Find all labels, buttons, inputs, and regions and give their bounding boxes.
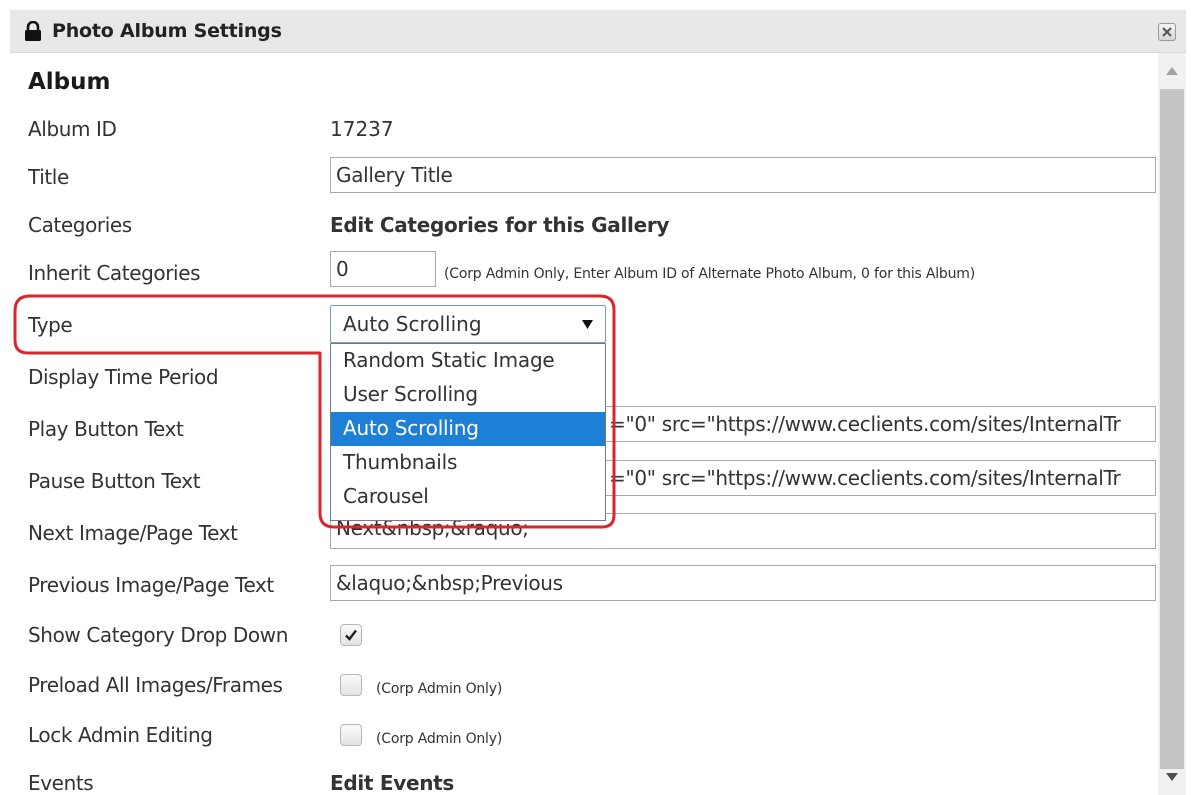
preload-all-checkbox[interactable]	[340, 674, 362, 696]
close-button[interactable]	[1158, 23, 1176, 41]
type-option-carousel[interactable]: Carousel	[331, 480, 605, 514]
play-button-text-label: Play Button Text	[28, 417, 184, 441]
lock-admin-editing-checkbox[interactable]	[340, 724, 362, 746]
type-label: Type	[28, 313, 73, 337]
lock-admin-editing-hint: (Corp Admin Only)	[376, 731, 503, 747]
lock-admin-editing-label: Lock Admin Editing	[28, 723, 213, 747]
scrollbar-thumb[interactable]	[1160, 89, 1184, 769]
preload-all-hint: (Corp Admin Only)	[376, 681, 503, 697]
categories-label: Categories	[28, 213, 132, 237]
edit-categories-link[interactable]: Edit Categories for this Gallery	[330, 213, 669, 237]
dialog-title: Photo Album Settings	[52, 20, 282, 42]
show-category-drop-down-label: Show Category Drop Down	[28, 623, 288, 647]
show-category-drop-down-checkbox[interactable]	[340, 624, 362, 646]
previous-text-input[interactable]: &laquo;&nbsp;Previous	[330, 565, 1156, 601]
section-title: Album	[28, 69, 111, 95]
chevron-down-icon	[582, 320, 593, 329]
checkmark-icon	[345, 629, 357, 641]
type-option-random-static-image[interactable]: Random Static Image	[331, 344, 605, 378]
type-select-value: Auto Scrolling	[343, 312, 482, 336]
inherit-categories-label: Inherit Categories	[28, 261, 201, 285]
vertical-scrollbar[interactable]	[1158, 53, 1186, 795]
title-label: Title	[28, 165, 69, 189]
close-icon	[1162, 27, 1172, 37]
next-text-label: Next Image/Page Text	[28, 521, 238, 545]
dialog-titlebar: Photo Album Settings	[10, 10, 1186, 53]
photo-album-settings-dialog: Photo Album Settings Album Album ID 1723…	[0, 0, 1191, 795]
scroll-down-icon[interactable]	[1166, 773, 1178, 781]
type-dropdown-list: Random Static Image User Scrolling Auto …	[330, 343, 606, 521]
events-label: Events	[28, 771, 94, 795]
type-select[interactable]: Auto Scrolling	[330, 305, 606, 343]
type-option-auto-scrolling[interactable]: Auto Scrolling	[331, 412, 605, 446]
preload-all-label: Preload All Images/Frames	[28, 673, 283, 697]
dialog-content: Album Album ID 17237 Title Gallery Title…	[10, 53, 1158, 795]
pause-button-text-label: Pause Button Text	[28, 469, 201, 493]
album-id-value: 17237	[330, 117, 394, 141]
display-time-period-label: Display Time Period	[28, 365, 219, 389]
type-option-thumbnails[interactable]: Thumbnails	[331, 446, 605, 480]
scroll-up-icon[interactable]	[1166, 67, 1178, 75]
inherit-categories-hint: (Corp Admin Only, Enter Album ID of Alte…	[444, 266, 975, 282]
inherit-categories-input[interactable]: 0	[330, 251, 436, 287]
title-input[interactable]: Gallery Title	[330, 157, 1156, 193]
lock-icon	[24, 20, 42, 41]
previous-text-label: Previous Image/Page Text	[28, 573, 274, 597]
type-option-user-scrolling[interactable]: User Scrolling	[331, 378, 605, 412]
edit-events-link[interactable]: Edit Events	[330, 771, 454, 795]
album-id-label: Album ID	[28, 117, 117, 141]
